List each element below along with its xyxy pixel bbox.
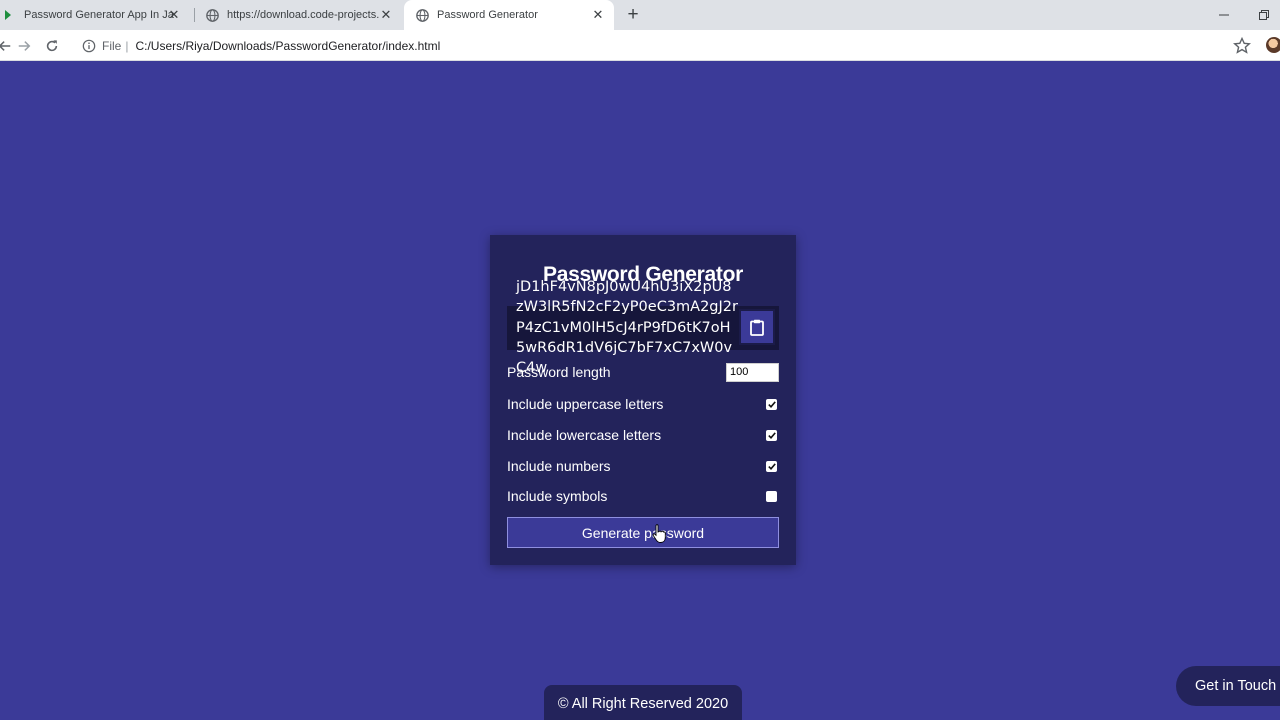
- url-scheme-label: File: [102, 38, 122, 53]
- symbols-checkbox[interactable]: [766, 490, 777, 502]
- forward-arrow-icon[interactable]: [13, 35, 35, 57]
- footer: © All Right Reserved 2020: [544, 685, 742, 720]
- footer-text: © All Right Reserved 2020: [557, 696, 729, 712]
- hand-cursor-icon: [652, 524, 666, 543]
- tab-close-icon[interactable]: ✕: [378, 7, 394, 23]
- tab-download-code-projects[interactable]: https://download.code-projects.org ✕: [196, 0, 402, 30]
- uppercase-label: Include uppercase letters: [507, 396, 664, 412]
- checkmark-icon: [767, 431, 776, 439]
- lowercase-label: Include lowercase letters: [507, 427, 662, 443]
- setting-uppercase: Include uppercase letters: [507, 393, 779, 415]
- reload-icon[interactable]: [41, 35, 63, 57]
- password-generator-card: Password Generator jD1hF4vN8pJ0wU4hU3iX2…: [490, 235, 796, 565]
- tab-password-generator[interactable]: Password Generator ✕: [404, 0, 614, 30]
- browser-toolbar: File | C:/Users/Riya/Downloads/PasswordG…: [0, 30, 1280, 61]
- lowercase-checkbox[interactable]: [766, 429, 777, 441]
- tab-close-icon[interactable]: ✕: [166, 7, 182, 23]
- get-in-touch-label: Get in Touch: [1195, 678, 1277, 694]
- globe-icon: [205, 8, 219, 22]
- clipboard-icon: [750, 319, 764, 336]
- info-icon[interactable]: [82, 39, 96, 53]
- setting-length: Password length: [507, 361, 779, 383]
- uppercase-checkbox[interactable]: [766, 398, 777, 410]
- new-tab-plus-icon[interactable]: +: [622, 4, 644, 26]
- minimize-icon[interactable]: [1204, 0, 1244, 30]
- green-favicon-icon: [2, 8, 16, 22]
- bookmark-star-icon[interactable]: [1232, 36, 1252, 56]
- get-in-touch-button[interactable]: Get in Touch: [1176, 666, 1280, 706]
- checkmark-icon: [767, 462, 776, 470]
- generate-password-button[interactable]: Generate password: [507, 517, 779, 548]
- checkmark-icon: [767, 400, 776, 408]
- globe-icon: [415, 8, 429, 22]
- symbols-label: Include symbols: [507, 488, 608, 504]
- url-divider: |: [125, 38, 129, 53]
- tab-title: Password Generator: [437, 9, 538, 21]
- tab-close-icon[interactable]: ✕: [590, 7, 606, 23]
- url-text: C:/Users/Riya/Downloads/PasswordGenerato…: [135, 38, 441, 53]
- copy-to-clipboard-button[interactable]: [739, 309, 775, 345]
- length-input[interactable]: [726, 362, 779, 382]
- tab-title: https://download.code-projects.org: [227, 9, 379, 21]
- restore-icon[interactable]: [1244, 0, 1280, 30]
- tab-title: Password Generator App In JavaScript: [24, 9, 174, 21]
- browser-tab-strip: Password Generator App In JavaScript ✕ h…: [0, 0, 1280, 30]
- numbers-label: Include numbers: [507, 458, 611, 474]
- setting-lowercase: Include lowercase letters: [507, 424, 779, 446]
- setting-numbers: Include numbers: [507, 455, 779, 477]
- address-bar[interactable]: File | C:/Users/Riya/Downloads/PasswordG…: [74, 33, 1260, 58]
- profile-avatar[interactable]: [1266, 37, 1280, 53]
- length-label: Password length: [507, 364, 611, 380]
- tab-divider: [194, 8, 195, 22]
- tab-password-generator-app[interactable]: Password Generator App In JavaScript ✕: [0, 0, 190, 30]
- numbers-checkbox[interactable]: [766, 460, 777, 472]
- setting-symbols: Include symbols: [507, 485, 779, 507]
